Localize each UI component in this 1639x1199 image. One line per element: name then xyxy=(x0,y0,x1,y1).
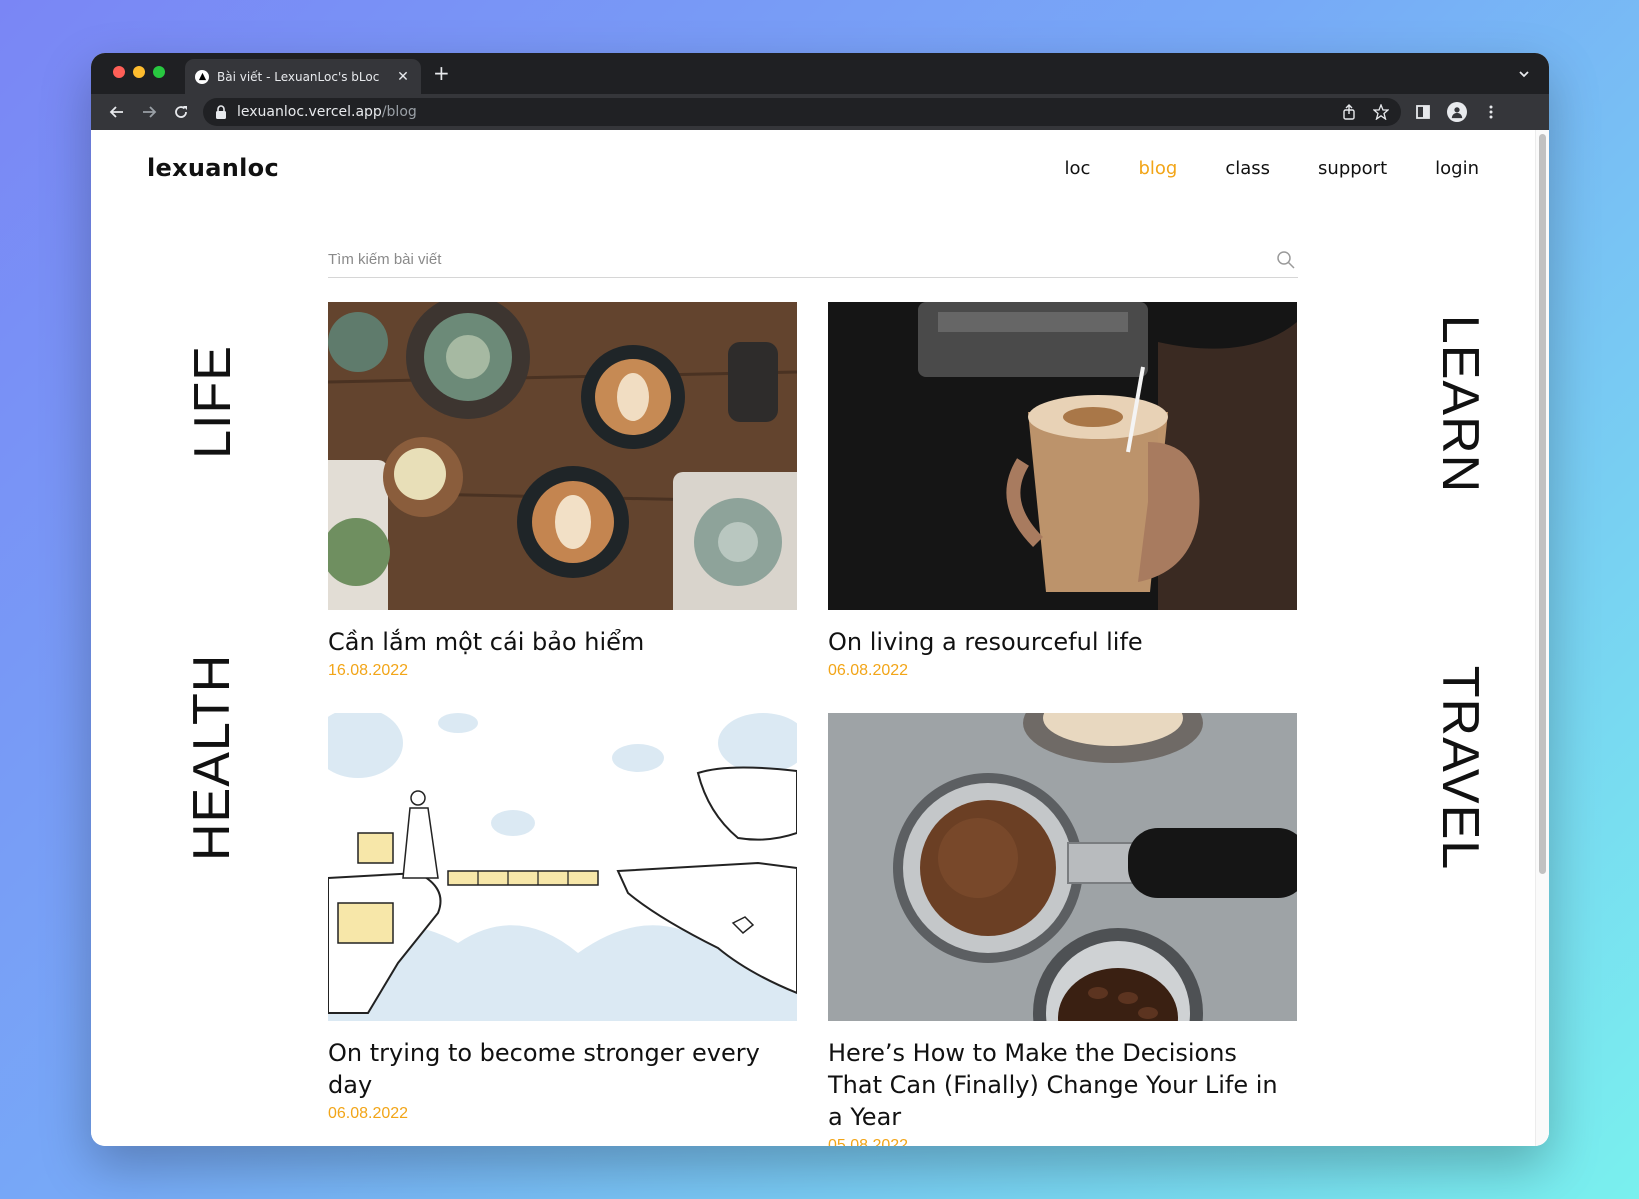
category-travel[interactable]: TRAVEL xyxy=(1430,662,1490,874)
nav-class[interactable]: class xyxy=(1225,158,1270,179)
back-button[interactable] xyxy=(101,98,133,126)
post-thumbnail[interactable] xyxy=(828,302,1297,610)
share-icon[interactable] xyxy=(1341,104,1357,120)
nav-login[interactable]: login xyxy=(1435,158,1479,179)
nav-loc[interactable]: loc xyxy=(1065,158,1091,179)
triangle-favicon-icon xyxy=(195,69,209,84)
post-thumbnail[interactable] xyxy=(828,713,1297,1021)
post-thumbnail[interactable] xyxy=(328,713,797,1021)
category-life[interactable]: LIFE xyxy=(183,342,243,462)
post-card[interactable]: On trying to become stronger every day 0… xyxy=(328,713,797,1123)
browser-window: Bài viết - LexuanLoc's bLoc ✕ + lexuanlo… xyxy=(91,53,1549,1146)
search-bar xyxy=(328,242,1298,278)
scrollbar-thumb[interactable] xyxy=(1539,134,1546,874)
iced-latte-pour-photo xyxy=(828,302,1297,610)
post-date: 06.08.2022 xyxy=(828,662,909,679)
puzzle-bridge-illustration xyxy=(328,713,797,1021)
arrow-right-icon xyxy=(143,106,157,118)
post-title[interactable]: Here’s How to Make the Decisions That Ca… xyxy=(828,1037,1297,1133)
post-thumbnail[interactable] xyxy=(328,302,797,610)
zoom-window-button[interactable] xyxy=(153,66,165,78)
chevron-down-icon[interactable] xyxy=(1517,67,1531,81)
site-logo[interactable]: lexuanloc xyxy=(147,154,279,182)
forward-button[interactable] xyxy=(133,98,165,126)
main-nav: loc blog class support login xyxy=(1065,158,1479,179)
post-card[interactable]: On living a resourceful life 06.08.2022 xyxy=(828,302,1297,680)
kebab-menu-icon[interactable] xyxy=(1483,104,1499,120)
page-content: lexuanloc loc blog class support login L… xyxy=(91,130,1549,1146)
close-window-button[interactable] xyxy=(113,66,125,78)
reload-button[interactable] xyxy=(165,98,197,126)
sidebar-panel-icon[interactable] xyxy=(1415,104,1431,120)
profile-avatar-icon[interactable] xyxy=(1447,102,1467,122)
tab-title: Bài viết - LexuanLoc's bLoc xyxy=(217,69,380,84)
reload-icon xyxy=(175,106,187,118)
browser-tab[interactable]: Bài viết - LexuanLoc's bLoc ✕ xyxy=(185,59,421,94)
search-icon[interactable] xyxy=(1276,250,1296,270)
star-bookmark-icon[interactable] xyxy=(1373,104,1389,120)
window-controls xyxy=(113,66,165,78)
tab-close-icon[interactable]: ✕ xyxy=(395,69,411,85)
post-title[interactable]: Cần lắm một cái bảo hiểm xyxy=(328,626,797,658)
address-bar[interactable]: lexuanloc.vercel.app/blog xyxy=(203,98,1401,126)
url-path: /blog xyxy=(381,104,417,120)
post-title[interactable]: On living a resourceful life xyxy=(828,626,1297,658)
category-learn[interactable]: LEARN xyxy=(1430,311,1490,497)
url-host: lexuanloc.vercel.app xyxy=(237,104,382,120)
latte-art-succulents-photo xyxy=(328,302,797,610)
browser-toolbar: lexuanloc.vercel.app/blog xyxy=(91,94,1549,130)
search-input[interactable] xyxy=(328,251,1276,268)
lock-icon xyxy=(216,105,226,119)
tab-strip: Bài viết - LexuanLoc's bLoc ✕ + xyxy=(91,53,1549,94)
post-card[interactable]: Cần lắm một cái bảo hiểm 16.08.2022 xyxy=(328,302,797,680)
category-health[interactable]: HEALTH xyxy=(182,654,242,861)
post-date: 06.08.2022 xyxy=(328,1105,409,1122)
coffee-portafilter-photo xyxy=(828,713,1297,1021)
post-title[interactable]: On trying to become stronger every day xyxy=(328,1037,797,1101)
post-date: 05.08.2022 xyxy=(828,1137,909,1146)
post-date: 16.08.2022 xyxy=(328,662,409,679)
minimize-window-button[interactable] xyxy=(133,66,145,78)
nav-blog[interactable]: blog xyxy=(1138,158,1177,179)
page-scrollbar[interactable] xyxy=(1535,130,1549,1146)
arrow-left-icon xyxy=(109,106,123,118)
nav-support[interactable]: support xyxy=(1318,158,1387,179)
post-card[interactable]: Here’s How to Make the Decisions That Ca… xyxy=(828,713,1297,1146)
new-tab-plus-icon[interactable]: + xyxy=(433,61,450,85)
